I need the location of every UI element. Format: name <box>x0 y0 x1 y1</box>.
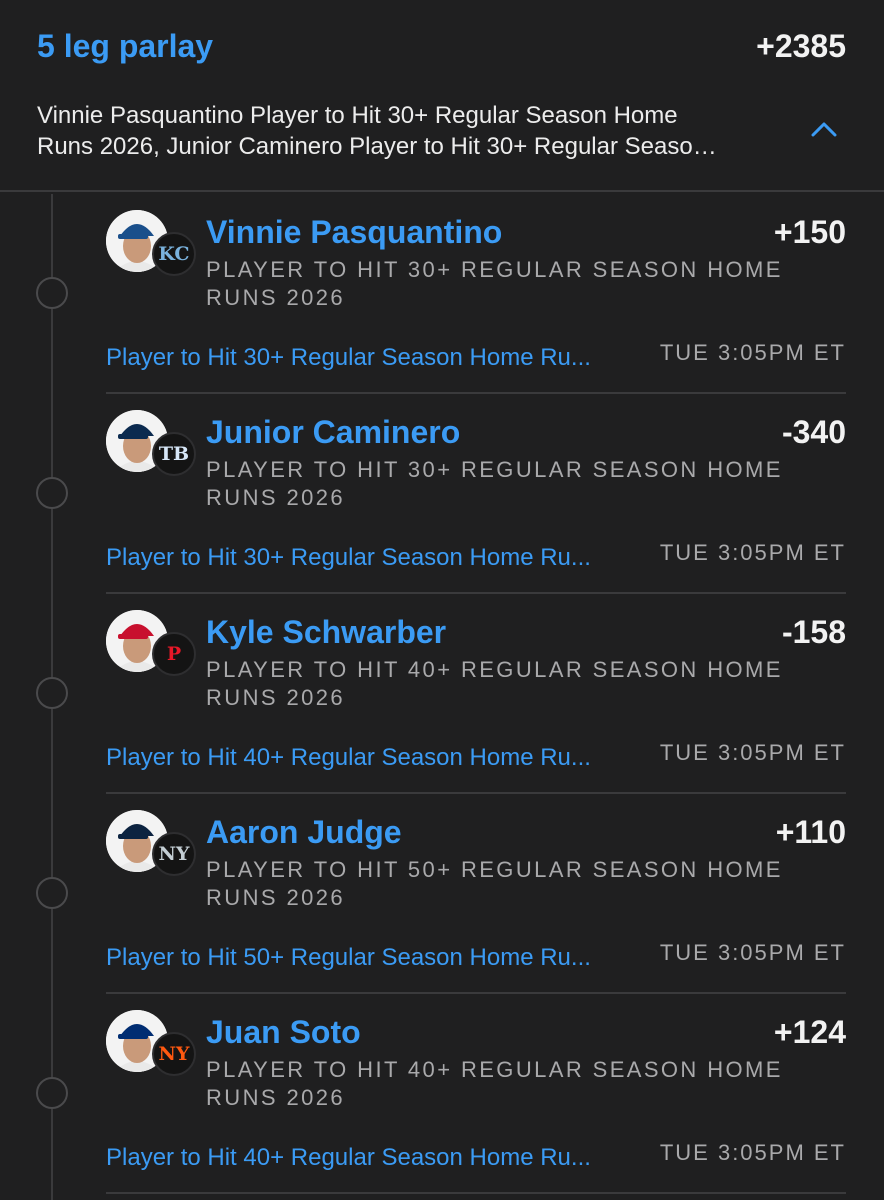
parlay-summary-line: Runs 2026, Junior Caminero Player to Hit… <box>37 133 717 160</box>
timeline-dot <box>36 477 68 509</box>
market-link[interactable]: Player to Hit 40+ Regular Season Home Ru… <box>106 744 638 772</box>
player-name-link[interactable]: Vinnie Pasquantino <box>206 214 502 251</box>
parlay-leg[interactable]: NY Aaron Judge +110 PLAYER TO HIT 50+ RE… <box>0 794 884 994</box>
game-time: TUE 3:05PM ET <box>659 1140 846 1165</box>
chevron-up-icon[interactable] <box>806 112 842 148</box>
team-logo-text: NY <box>158 843 190 865</box>
team-logo-icon: NY <box>152 1032 196 1076</box>
team-logo-text: NY <box>158 1043 190 1065</box>
game-time: TUE 3:05PM ET <box>659 340 846 365</box>
leg-odds: -158 <box>781 614 846 650</box>
market-description: PLAYER TO HIT 50+ REGULAR SEASON HOME RU… <box>206 857 783 910</box>
game-time: TUE 3:05PM ET <box>659 540 846 565</box>
parlay-leg[interactable]: TB Junior Caminero -340 PLAYER TO HIT 30… <box>0 394 884 594</box>
player-name-link[interactable]: Juan Soto <box>206 1014 361 1051</box>
team-logo-icon: KC <box>152 232 196 276</box>
leg-odds: -340 <box>781 414 846 450</box>
team-logo-icon: TB <box>152 432 196 476</box>
market-description: PLAYER TO HIT 40+ REGULAR SEASON HOME RU… <box>206 1057 783 1110</box>
timeline-dot <box>36 877 68 909</box>
leg-divider <box>106 1192 846 1194</box>
team-logo-text: P <box>166 643 182 665</box>
market-link[interactable]: Player to Hit 30+ Regular Season Home Ru… <box>106 344 638 372</box>
game-time: TUE 3:05PM ET <box>659 740 846 765</box>
player-name-link[interactable]: Junior Caminero <box>206 414 460 451</box>
timeline-dot <box>36 277 68 309</box>
player-name-link[interactable]: Aaron Judge <box>206 814 402 851</box>
team-logo-text: KC <box>158 243 190 265</box>
team-logo-text: TB <box>158 443 190 465</box>
market-link[interactable]: Player to Hit 30+ Regular Season Home Ru… <box>106 544 638 572</box>
parlay-leg[interactable]: P Kyle Schwarber -158 PLAYER TO HIT 40+ … <box>0 594 884 794</box>
timeline-dot <box>36 677 68 709</box>
leg-odds: +150 <box>773 214 846 250</box>
market-description: PLAYER TO HIT 30+ REGULAR SEASON HOME RU… <box>206 457 783 510</box>
parlay-odds: +2385 <box>756 28 846 64</box>
timeline-dot <box>36 1077 68 1109</box>
parlay-leg[interactable]: KC Vinnie Pasquantino +150 PLAYER TO HIT… <box>0 194 884 394</box>
market-description: PLAYER TO HIT 30+ REGULAR SEASON HOME RU… <box>206 257 783 310</box>
parlay-summary-line: Vinnie Pasquantino Player to Hit 30+ Reg… <box>37 102 678 129</box>
market-link[interactable]: Player to Hit 40+ Regular Season Home Ru… <box>106 1144 638 1172</box>
parlay-title: 5 leg parlay <box>37 28 214 64</box>
game-time: TUE 3:05PM ET <box>659 940 846 965</box>
leg-odds: +124 <box>773 1014 846 1050</box>
player-name-link[interactable]: Kyle Schwarber <box>206 614 446 651</box>
team-logo-icon: NY <box>152 832 196 876</box>
parlay-summary: Vinnie Pasquantino Player to Hit 30+ Reg… <box>37 100 787 162</box>
market-description: PLAYER TO HIT 40+ REGULAR SEASON HOME RU… <box>206 657 783 710</box>
parlay-leg[interactable]: NY Juan Soto +124 PLAYER TO HIT 40+ REGU… <box>0 994 884 1194</box>
parlay-header[interactable]: 5 leg parlay +2385 Vinnie Pasquantino Pl… <box>0 0 884 192</box>
team-logo-icon: P <box>152 632 196 676</box>
leg-odds: +110 <box>775 814 846 850</box>
market-link[interactable]: Player to Hit 50+ Regular Season Home Ru… <box>106 944 638 972</box>
